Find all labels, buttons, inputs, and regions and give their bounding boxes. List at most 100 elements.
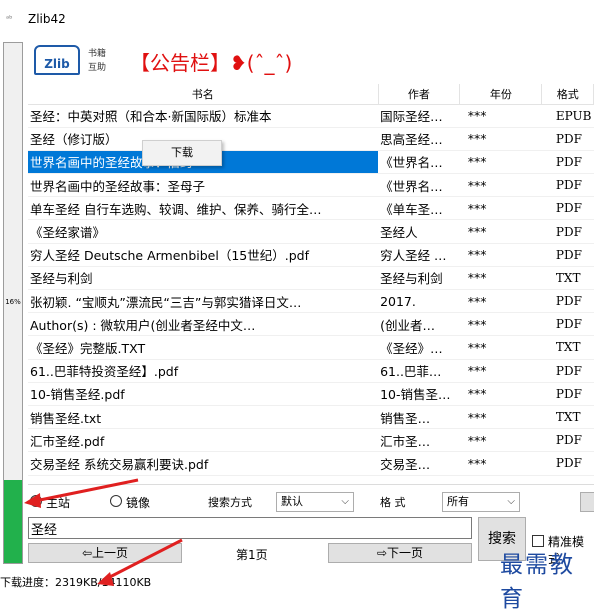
results-table[interactable]: 书名 作者 年份 格式 圣经：中英对照（和合本·新国际版）标准本 国际圣经… ***… bbox=[28, 84, 594, 484]
cell-author: 国际圣经… bbox=[378, 104, 460, 128]
title-bar: ᵃᵇ Zlib42 bbox=[0, 0, 594, 38]
cell-format: PDF bbox=[541, 243, 594, 267]
cell-format: PDF bbox=[541, 428, 594, 453]
header-title[interactable]: 书名 bbox=[28, 84, 379, 105]
table-row[interactable]: 单车圣经 自行车选购、较调、维护、保养、骑行全… 《单车圣… *** PDF bbox=[28, 196, 594, 221]
current-page: 第1页 bbox=[236, 548, 268, 562]
cell-author: 《圣经》… bbox=[378, 335, 460, 360]
cell-format: PDF bbox=[541, 451, 594, 476]
search-mode-select[interactable]: 默认 ⌵ bbox=[276, 492, 354, 512]
cell-title: 61..巴菲特投资圣经】.pdf bbox=[28, 359, 379, 383]
cell-year: *** bbox=[459, 359, 542, 383]
cell-year: *** bbox=[459, 382, 542, 406]
logo-mark-text: Zlib bbox=[44, 57, 70, 71]
cell-title: 《圣经家谱》 bbox=[28, 219, 379, 244]
cell-year: *** bbox=[459, 266, 542, 291]
progress-fill bbox=[4, 479, 22, 563]
cell-year: *** bbox=[459, 312, 542, 337]
search-mode-label: 搜索方式 bbox=[208, 496, 252, 509]
cell-author: 销售圣… bbox=[378, 405, 460, 430]
radio-main-site-label[interactable]: 主站 bbox=[46, 494, 70, 511]
cell-title: 10-销售圣经.pdf bbox=[28, 382, 379, 406]
search-input[interactable] bbox=[28, 517, 472, 539]
cell-title: 销售圣经.txt bbox=[28, 405, 379, 430]
table-row[interactable]: 圣经：中英对照（和合本·新国际版）标准本 国际圣经… *** EPUB bbox=[28, 104, 594, 128]
cell-title: 交易圣经 系统交易赢利要诀.pdf bbox=[28, 451, 379, 476]
chevron-down-icon: ⌵ bbox=[341, 496, 349, 507]
logo-line1: 书籍 bbox=[88, 49, 107, 59]
download-progress-bar: 16% bbox=[3, 42, 23, 564]
notice-board[interactable]: 【公告栏】❥(ˆ_ˆ) bbox=[130, 47, 292, 76]
table-row[interactable]: 圣经与利剑 圣经与利剑 *** TXT bbox=[28, 266, 594, 291]
extra-button[interactable] bbox=[580, 492, 594, 512]
cell-author: 61..巴菲… bbox=[378, 359, 460, 383]
download-status: 下载进度：2319KB/14110KB bbox=[0, 576, 152, 589]
search-options: 主站 镜像 搜索方式 默认 ⌵ 格 式 所有 ⌵ bbox=[28, 490, 594, 514]
cell-title: 世界名画中的圣经故事：圣母子 bbox=[28, 173, 379, 198]
cell-format: PDF bbox=[541, 359, 594, 383]
radio-main-site[interactable] bbox=[30, 495, 42, 507]
header-year[interactable]: 年份 bbox=[459, 84, 543, 105]
cell-format: PDF bbox=[541, 219, 594, 244]
table-row[interactable]: 世界名画中的圣经故事：圣母子 《世界名… *** PDF bbox=[28, 173, 594, 198]
table-row[interactable]: 61..巴菲特投资圣经】.pdf 61..巴菲… *** PDF bbox=[28, 359, 594, 383]
cell-format: PDF bbox=[541, 382, 594, 406]
radio-mirror[interactable] bbox=[110, 495, 122, 507]
cell-year: *** bbox=[459, 335, 542, 360]
cell-format: PDF bbox=[541, 173, 594, 198]
table-row[interactable]: 10-销售圣经.pdf 10-销售圣… *** PDF bbox=[28, 382, 594, 406]
cell-year: *** bbox=[459, 289, 542, 314]
cell-format: PDF bbox=[541, 312, 594, 337]
context-menu-download[interactable]: 下载 bbox=[143, 141, 221, 165]
table-header: 书名 作者 年份 格式 bbox=[28, 84, 594, 105]
cell-format: TXT bbox=[541, 405, 594, 430]
header-author[interactable]: 作者 bbox=[378, 84, 461, 105]
cell-year: *** bbox=[459, 219, 542, 244]
search-mode-value: 默认 bbox=[281, 495, 303, 508]
format-select[interactable]: 所有 ⌵ bbox=[442, 492, 520, 512]
prev-page-button[interactable]: ⇦上一页 bbox=[28, 543, 182, 563]
cell-author: 《世界名… bbox=[378, 150, 460, 175]
cell-title: 穷人圣经 Deutsche Armenbibel（15世纪）.pdf bbox=[28, 243, 379, 267]
cell-title: 张初颖. “宝顺丸”漂流民“三吉”与郭实猎译日文… bbox=[28, 289, 379, 314]
table-row[interactable]: 《圣经家谱》 圣经人 *** PDF bbox=[28, 219, 594, 244]
table-row[interactable]: 汇市圣经.pdf 汇市圣… *** PDF bbox=[28, 428, 594, 453]
cell-author: (创业者… bbox=[378, 312, 460, 337]
table-row[interactable]: 世界名画中的圣经故事：旧约 《世界名… *** PDF bbox=[28, 150, 594, 175]
logo-line2: 互助 bbox=[88, 63, 107, 73]
cell-title: 圣经：中英对照（和合本·新国际版）标准本 bbox=[28, 104, 379, 128]
cell-author: 圣经与利剑 bbox=[378, 266, 460, 291]
cell-format: TXT bbox=[541, 266, 594, 291]
cell-author: 《单车圣… bbox=[378, 196, 460, 221]
table-row[interactable]: Author(s) : 微软用户(创业者圣经中文… (创业者… *** PDF bbox=[28, 312, 594, 337]
cell-year: *** bbox=[459, 196, 542, 221]
cell-author: 10-销售圣… bbox=[378, 382, 460, 406]
window-title: Zlib42 bbox=[28, 12, 66, 26]
cell-author: 穷人圣经 … bbox=[378, 243, 460, 267]
context-menu: 下载 bbox=[142, 140, 222, 166]
cell-author: 汇市圣… bbox=[378, 428, 460, 453]
table-row[interactable]: 交易圣经 系统交易赢利要诀.pdf 交易圣… *** PDF bbox=[28, 451, 594, 476]
cell-title: 圣经与利剑 bbox=[28, 266, 379, 291]
cell-year: *** bbox=[459, 173, 542, 198]
next-page-button[interactable]: ⇨下一页 bbox=[328, 543, 472, 563]
radio-mirror-label[interactable]: 镜像 bbox=[126, 494, 150, 511]
cell-format: TXT bbox=[541, 335, 594, 360]
cell-author: 思高圣经… bbox=[378, 127, 460, 151]
table-row[interactable]: 穷人圣经 Deutsche Armenbibel（15世纪）.pdf 穷人圣经 …… bbox=[28, 243, 594, 267]
format-label: 格 式 bbox=[380, 496, 406, 509]
cell-author: 交易圣… bbox=[378, 451, 460, 476]
cell-format: PDF bbox=[541, 127, 594, 151]
zlib-logo: Zlib 书籍 互助 bbox=[32, 43, 120, 79]
cell-author: 2017. bbox=[378, 289, 460, 314]
table-row[interactable]: 销售圣经.txt 销售圣… *** TXT bbox=[28, 405, 594, 430]
table-row[interactable]: 圣经（修订版） 思高圣经… *** PDF bbox=[28, 127, 594, 151]
cell-year: *** bbox=[459, 104, 542, 128]
cell-title: 单车圣经 自行车选购、较调、维护、保养、骑行全… bbox=[28, 196, 379, 221]
logo-mark: Zlib bbox=[34, 45, 80, 75]
cell-title: 汇市圣经.pdf bbox=[28, 428, 379, 453]
cell-format: EPUB bbox=[541, 104, 594, 128]
header-format[interactable]: 格式 bbox=[541, 84, 594, 105]
table-row[interactable]: 《圣经》完整版.TXT 《圣经》… *** TXT bbox=[28, 335, 594, 360]
table-row[interactable]: 张初颖. “宝顺丸”漂流民“三吉”与郭实猎译日文… 2017. *** PDF bbox=[28, 289, 594, 314]
